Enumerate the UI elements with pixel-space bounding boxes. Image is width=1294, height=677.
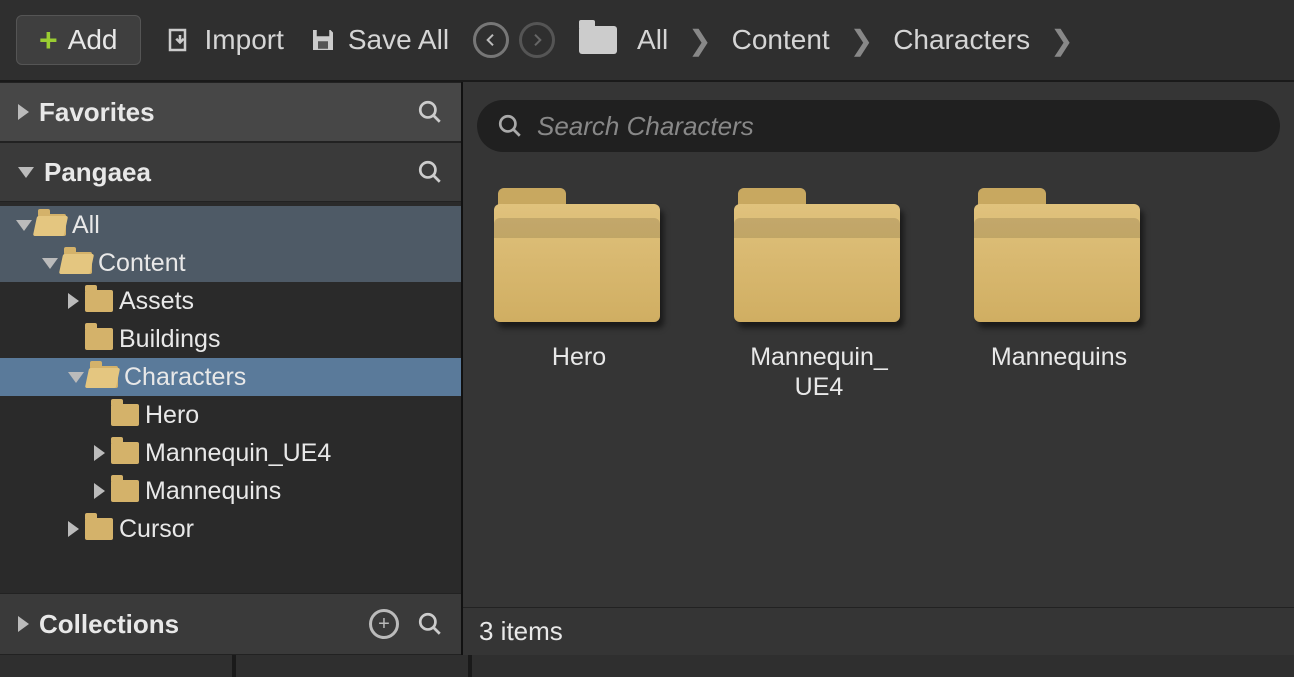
- folder-icon: [111, 404, 139, 426]
- asset-item[interactable]: Mannequin_ UE4: [719, 188, 919, 402]
- toolbar: + Add Import Save All All ❯ Content ❯ Ch…: [0, 0, 1294, 82]
- folder-tree: All Content Assets Buildings Characters Hero M…: [0, 202, 461, 593]
- content-pane: Hero Mannequin_ UE4 Mannequins 3 items: [463, 82, 1294, 655]
- search-input[interactable]: [537, 111, 1260, 142]
- project-label: Pangaea: [44, 157, 151, 188]
- tree-node[interactable]: Buildings: [0, 320, 461, 358]
- collections-label: Collections: [39, 609, 179, 640]
- chevron-down-icon: [16, 220, 32, 231]
- item-count: 3 items: [479, 616, 563, 647]
- spacer: [94, 407, 105, 423]
- folder-icon: [579, 26, 617, 54]
- save-icon: [308, 25, 338, 55]
- folder-icon: [85, 518, 113, 540]
- folder-open-icon: [64, 252, 92, 274]
- asset-grid: Hero Mannequin_ UE4 Mannequins: [463, 160, 1294, 607]
- chevron-right-icon: [94, 483, 105, 499]
- nav-history: [473, 22, 555, 58]
- tree-node-label: Cursor: [119, 515, 194, 544]
- tree-node-label: Characters: [124, 363, 246, 392]
- folder-icon: [494, 188, 664, 326]
- tree-node[interactable]: Mannequins: [0, 472, 461, 510]
- status-bar: 3 items: [463, 607, 1294, 655]
- tree-node[interactable]: Mannequin_UE4: [0, 434, 461, 472]
- search-icon[interactable]: [417, 99, 443, 125]
- save-all-label: Save All: [348, 24, 449, 56]
- breadcrumb-content[interactable]: Content: [732, 24, 830, 56]
- asset-item-label: Hero: [552, 342, 606, 372]
- chevron-right-icon: [18, 104, 29, 120]
- folder-icon: [85, 290, 113, 312]
- add-button[interactable]: + Add: [16, 15, 141, 65]
- favorites-header[interactable]: Favorites: [0, 82, 461, 142]
- nav-back-button[interactable]: [473, 22, 509, 58]
- add-collection-button[interactable]: +: [369, 609, 399, 639]
- tree-node[interactable]: Characters: [0, 358, 461, 396]
- tree-node-label: Content: [98, 249, 186, 278]
- import-label: Import: [205, 24, 284, 56]
- tree-node[interactable]: Assets: [0, 282, 461, 320]
- search-icon[interactable]: [417, 159, 443, 185]
- tree-node[interactable]: Hero: [0, 396, 461, 434]
- import-button[interactable]: Import: [165, 24, 284, 56]
- tree-node-label: Mannequin_UE4: [145, 439, 331, 468]
- import-icon: [165, 25, 195, 55]
- folder-icon: [85, 328, 113, 350]
- chevron-right-icon: [18, 616, 29, 632]
- folder-icon: [734, 188, 904, 326]
- save-all-button[interactable]: Save All: [308, 24, 449, 56]
- breadcrumb-root[interactable]: All: [637, 24, 668, 56]
- tree-node-label: Assets: [119, 287, 194, 316]
- chevron-right-icon: ❯: [1050, 24, 1073, 57]
- chevron-right-icon: ❯: [850, 24, 873, 57]
- chevron-right-icon: [68, 521, 79, 537]
- asset-item[interactable]: Mannequins: [959, 188, 1159, 372]
- folder-icon: [974, 188, 1144, 326]
- asset-item[interactable]: Hero: [479, 188, 679, 372]
- folder-open-icon: [90, 366, 118, 388]
- bottom-strip: [0, 655, 1294, 677]
- chevron-down-icon: [68, 372, 84, 383]
- tree-node[interactable]: Content: [0, 244, 461, 282]
- chevron-down-icon: [18, 167, 34, 178]
- add-button-label: Add: [68, 24, 118, 56]
- chevron-right-icon: [94, 445, 105, 461]
- favorites-label: Favorites: [39, 97, 155, 128]
- tree-node-label: Buildings: [119, 325, 220, 354]
- breadcrumb: All ❯ Content ❯ Characters ❯: [579, 24, 1074, 57]
- sidebar: Favorites Pangaea All Content Assets Buildi…: [0, 82, 463, 655]
- nav-forward-button[interactable]: [519, 22, 555, 58]
- folder-open-icon: [38, 214, 66, 236]
- chevron-right-icon: ❯: [688, 24, 711, 57]
- asset-item-label: Mannequins: [991, 342, 1127, 372]
- collections-header[interactable]: Collections +: [0, 593, 461, 655]
- chevron-down-icon: [42, 258, 58, 269]
- search-icon[interactable]: [417, 611, 443, 637]
- tree-node-label: Mannequins: [145, 477, 281, 506]
- chevron-right-icon: [68, 293, 79, 309]
- plus-icon: +: [39, 24, 58, 56]
- tree-node-label: All: [72, 211, 100, 240]
- search-icon: [497, 113, 523, 139]
- breadcrumb-characters[interactable]: Characters: [893, 24, 1030, 56]
- asset-item-label: Mannequin_ UE4: [750, 342, 888, 402]
- tree-node[interactable]: All: [0, 206, 461, 244]
- folder-icon: [111, 480, 139, 502]
- spacer: [68, 331, 79, 347]
- project-header[interactable]: Pangaea: [0, 142, 461, 202]
- folder-icon: [111, 442, 139, 464]
- content-search[interactable]: [477, 100, 1280, 152]
- tree-node[interactable]: Cursor: [0, 510, 461, 548]
- tree-node-label: Hero: [145, 401, 199, 430]
